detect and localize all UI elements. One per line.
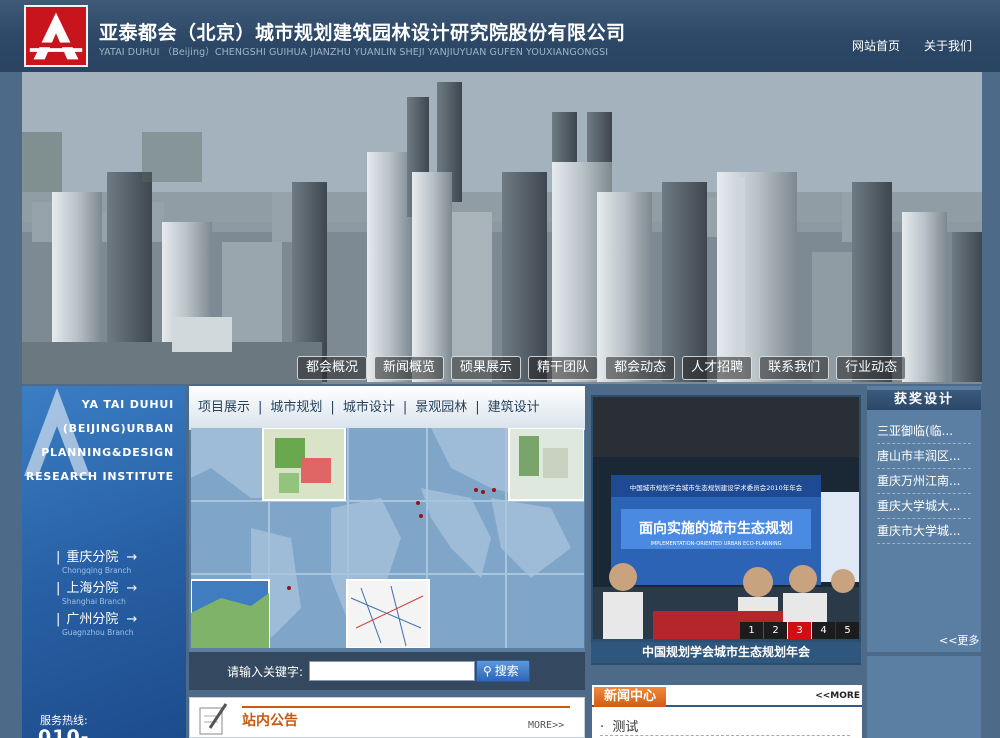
awards-panel: 获奖设计 三亚御临(临... 唐山市丰润区... 重庆万州江南... 重庆大学城… — [867, 386, 981, 652]
tab-architecture[interactable]: 建筑设计 — [488, 400, 540, 415]
award-item[interactable]: 重庆大学城大... — [877, 497, 971, 519]
awards-more-link[interactable]: <<更多 — [939, 632, 979, 648]
slide-caption[interactable]: 中国规划学会城市生态规划年会 — [591, 642, 861, 663]
hotline-number: 010-85755505 — [38, 726, 90, 738]
header: 亚泰都会（北京）城市规划建筑园林设计研究院股份有限公司 YATAI DUHUI … — [0, 0, 1000, 72]
company-logo[interactable] — [24, 5, 88, 67]
award-item[interactable]: 重庆市大学城... — [877, 522, 971, 544]
notice-pen-icon — [199, 703, 228, 735]
branch-label: 重庆分院 — [66, 550, 119, 565]
project-thumb-4[interactable] — [346, 579, 430, 648]
institute-line: PLANNING&DESIGN — [41, 446, 174, 459]
notice-divider — [242, 706, 570, 708]
award-item[interactable]: 重庆万州江南... — [877, 472, 971, 494]
tab-projects[interactable]: 项目展示 — [198, 400, 250, 415]
nav-achievements[interactable]: 硕果展示 — [451, 356, 522, 380]
news-center: 新闻中心 <<MORE · 测试 — [592, 685, 862, 738]
award-item[interactable]: 三亚御临(临... — [877, 422, 971, 444]
slide-page-2[interactable]: 2 — [764, 622, 787, 639]
branch-chongqing[interactable]: | 重庆分院 → Chongqing Branch — [56, 546, 176, 575]
branch-label: 广州分院 — [66, 612, 119, 627]
nav-dynamics[interactable]: 都会动态 — [605, 356, 676, 380]
search-icon: ⚲ — [483, 664, 492, 678]
news-center-header: 新闻中心 <<MORE — [592, 685, 862, 707]
nav-contact[interactable]: 联系我们 — [759, 356, 830, 380]
search-bar: 请输入关键字: ⚲ 搜索 — [189, 652, 585, 690]
slide-page-3[interactable]: 3 — [788, 622, 811, 639]
search-input[interactable] — [309, 661, 475, 681]
arrow-right-icon: → — [126, 612, 138, 627]
branch-label-en: Guagnzhou Branch — [62, 628, 134, 637]
slide-photo[interactable]: 中国城市规划学会城市生态规划建设学术委员会2010年年会 面向实施的城市生态规划… — [593, 397, 859, 639]
news-divider — [600, 735, 850, 736]
company-name-cn: 亚泰都会（北京）城市规划建筑园林设计研究院股份有限公司 — [99, 22, 626, 44]
branch-guangzhou[interactable]: | 广州分院 → Guagnzhou Branch — [56, 608, 176, 637]
news-item-label: 测试 — [612, 720, 639, 735]
notice-box: 站内公告 MORE>> — [189, 697, 585, 738]
project-panel: 项目展示 | 城市规划 | 城市设计 | 景观园林 | 建筑设计 请输入关键字:… — [189, 386, 585, 690]
slide-page-1[interactable]: 1 — [740, 622, 763, 639]
awards-lower-panel — [867, 656, 981, 738]
branch-label: 上海分院 — [66, 581, 119, 596]
city-banner: 都会概况 新闻概览 硕果展示 精干团队 都会动态 人才招聘 联系我们 行业动态 — [22, 72, 982, 384]
institute-line: (BEIJING)URBAN — [62, 422, 174, 435]
screen-subtitle: IMPLEMENTATION-ORIENTED URBAN ECO-PLANNI… — [651, 541, 782, 547]
city-skyline-image — [22, 72, 982, 384]
tab-urban-design[interactable]: 城市设计 — [343, 400, 395, 415]
notice-title: 站内公告 — [242, 713, 298, 729]
branch-label-en: Shanghai Branch — [62, 597, 126, 606]
world-map-image — [191, 428, 584, 648]
home-link[interactable]: 网站首页 — [852, 37, 900, 54]
branch-label-en: Chongqing Branch — [62, 566, 132, 575]
arrow-right-icon: → — [126, 581, 138, 596]
company-name-pinyin: YATAI DUHUI （Beijing）CHENGSHI GUIHUA JIA… — [99, 47, 609, 58]
awards-title: 获奖设计 — [867, 390, 981, 410]
nav-careers[interactable]: 人才招聘 — [682, 356, 753, 380]
slide-page-4[interactable]: 4 — [812, 622, 835, 639]
project-thumb-2[interactable] — [508, 428, 584, 501]
nav-team[interactable]: 精干团队 — [528, 356, 599, 380]
slide-pager: 1 2 3 4 5 — [739, 622, 859, 639]
institute-line: YA TAI DUHUI — [81, 398, 174, 411]
screen-title: 面向实施的城市生态规划 — [639, 520, 793, 537]
tab-landscape[interactable]: 景观园林 — [415, 400, 467, 415]
main-nav: 都会概况 新闻概览 硕果展示 精干团队 都会动态 人才招聘 联系我们 行业动态 — [297, 356, 907, 380]
project-thumb-1[interactable] — [262, 428, 346, 501]
screen-header: 中国城市规划学会城市生态规划建设学术委员会2010年年会 — [630, 483, 803, 492]
institute-line: RESEARCH INSTITUTE — [25, 470, 174, 483]
award-item[interactable]: 唐山市丰润区... — [877, 447, 971, 469]
logo-a-icon — [29, 12, 83, 60]
news-slideshow: 中国城市规划学会城市生态规划建设学术委员会2010年年会 面向实施的城市生态规划… — [591, 395, 861, 665]
branches-panel: YA TAI DUHUI (BEIJING)URBAN PLANNING&DES… — [22, 386, 186, 738]
about-link[interactable]: 关于我们 — [924, 37, 972, 54]
search-button[interactable]: ⚲ 搜索 — [476, 660, 530, 682]
news-center-more-link[interactable]: <<MORE — [815, 691, 860, 701]
notice-more-link[interactable]: MORE>> — [528, 720, 564, 731]
search-label: 请输入关键字: — [227, 665, 304, 679]
slide-page-5[interactable]: 5 — [836, 622, 859, 639]
nav-news[interactable]: 新闻概览 — [374, 356, 445, 380]
conference-photo-image: 中国城市规划学会城市生态规划建设学术委员会2010年年会 面向实施的城市生态规划… — [593, 397, 859, 639]
search-button-label: 搜索 — [494, 664, 519, 678]
nav-industry[interactable]: 行业动态 — [836, 356, 907, 380]
news-item[interactable]: · 测试 — [600, 716, 638, 735]
tab-urban-planning[interactable]: 城市规划 — [270, 400, 322, 415]
nav-overview[interactable]: 都会概况 — [297, 356, 368, 380]
news-center-title: 新闻中心 — [594, 687, 666, 707]
project-map[interactable] — [191, 428, 584, 648]
project-thumb-3[interactable] — [191, 579, 270, 648]
project-tabs: 项目展示 | 城市规划 | 城市设计 | 景观园林 | 建筑设计 — [189, 386, 585, 430]
arrow-right-icon: → — [126, 550, 138, 565]
branch-shanghai[interactable]: | 上海分院 → Shanghai Branch — [56, 577, 176, 606]
